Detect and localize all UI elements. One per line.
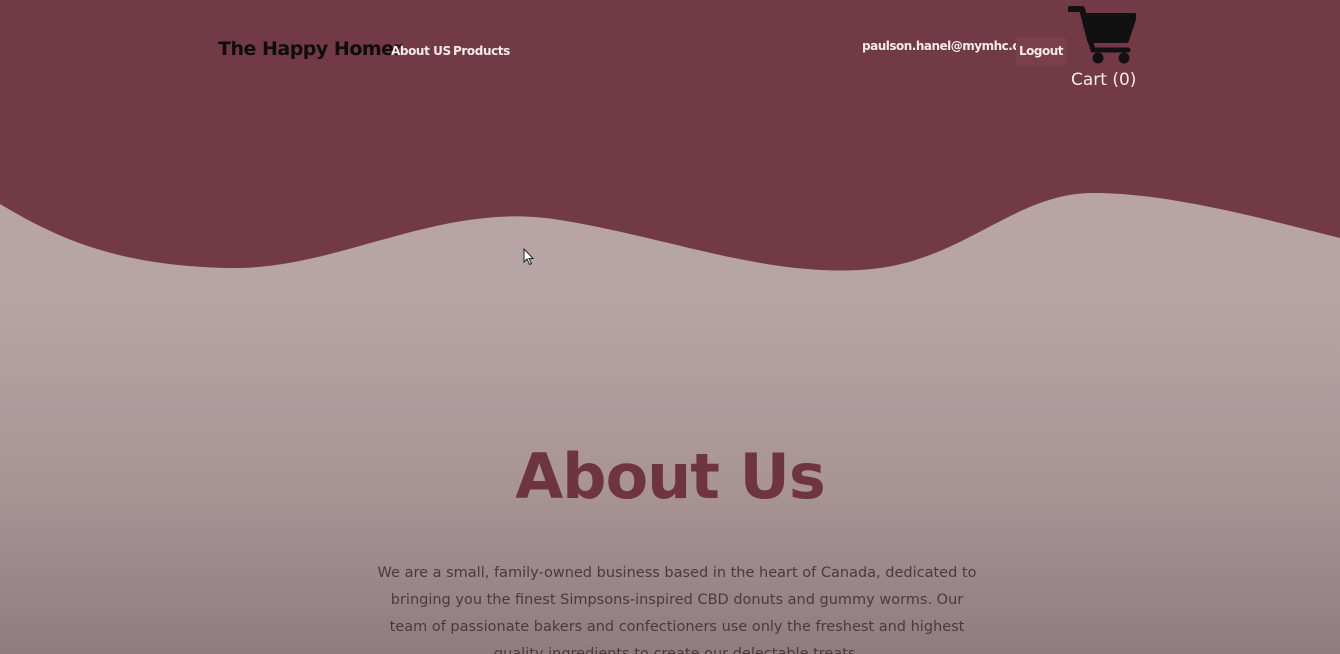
logout-button[interactable]: Logout — [1016, 37, 1067, 65]
mouse-pointer-icon — [523, 248, 535, 266]
about-heading: About Us — [515, 440, 826, 513]
shopping-cart-icon — [1068, 6, 1136, 64]
cart-label[interactable]: Cart (0) — [1071, 70, 1136, 90]
brand-logo-text[interactable]: The Happy Homer — [218, 38, 403, 60]
top-navigation: The Happy Homer About US Products paulso… — [0, 0, 1340, 100]
user-email: paulson.hanel@mymhc.ca — [862, 39, 1027, 53]
about-description: We are a small, family-owned business ba… — [377, 565, 977, 654]
nav-link-products[interactable]: Products — [453, 44, 510, 58]
cart-link[interactable]: Cart (0) — [1066, 4, 1138, 94]
nav-link-about-us[interactable]: About US — [391, 44, 451, 58]
